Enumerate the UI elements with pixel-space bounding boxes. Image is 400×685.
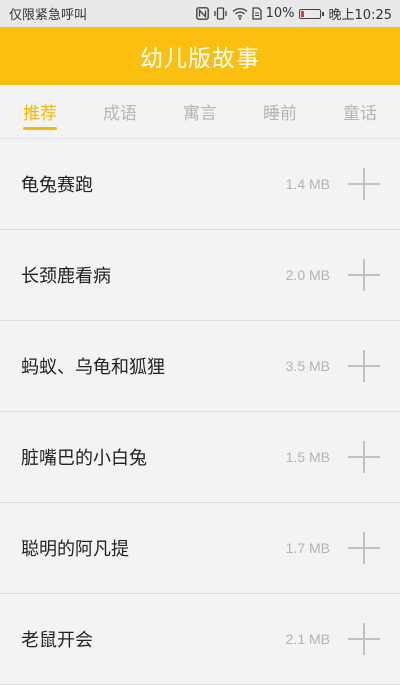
- story-size: 1.5 MB: [285, 449, 330, 465]
- add-icon[interactable]: [348, 350, 380, 382]
- story-row[interactable]: 老鼠开会 2.1 MB: [0, 594, 400, 685]
- story-size: 3.5 MB: [285, 358, 330, 374]
- story-row[interactable]: 蚂蚁、乌龟和狐狸 3.5 MB: [0, 321, 400, 412]
- story-title: 龟兔赛跑: [21, 175, 93, 196]
- story-title: 老鼠开会: [21, 630, 93, 651]
- tab-bedtime[interactable]: 睡前: [240, 85, 320, 138]
- story-title: 蚂蚁、乌龟和狐狸: [21, 357, 165, 378]
- story-row[interactable]: 龟兔赛跑 1.4 MB: [0, 139, 400, 230]
- battery-percent: 10%: [265, 6, 295, 21]
- add-icon[interactable]: [348, 623, 380, 655]
- story-size: 1.4 MB: [285, 176, 330, 192]
- story-size: 2.0 MB: [285, 267, 330, 283]
- nfc-icon: [195, 7, 209, 20]
- clock: 晚上10:25: [328, 8, 392, 23]
- wifi-icon: [232, 7, 248, 20]
- tab-fairy-tales[interactable]: 童话: [320, 85, 400, 138]
- add-icon[interactable]: [348, 259, 380, 291]
- category-tabs: 推荐 成语 寓言 睡前 童话: [0, 85, 400, 139]
- sim-icon: [251, 7, 262, 20]
- story-title: 聪明的阿凡提: [21, 539, 129, 560]
- story-row[interactable]: 聪明的阿凡提 1.7 MB: [0, 503, 400, 594]
- story-size: 1.7 MB: [285, 540, 330, 556]
- add-icon[interactable]: [348, 441, 380, 473]
- tab-idioms[interactable]: 成语: [80, 85, 160, 138]
- page-title: 幼儿版故事: [140, 46, 260, 72]
- status-icons: 10% 晚上10:25: [195, 4, 392, 23]
- status-bar: 仅限紧急呼叫 10% 晚上10:25: [0, 0, 400, 27]
- story-size: 2.1 MB: [285, 631, 330, 647]
- tab-fables[interactable]: 寓言: [160, 85, 240, 138]
- story-row[interactable]: 长颈鹿看病 2.0 MB: [0, 230, 400, 321]
- story-row[interactable]: 脏嘴巴的小白兔 1.5 MB: [0, 412, 400, 503]
- vibrate-icon: [213, 7, 228, 20]
- battery-icon: [298, 8, 324, 19]
- add-icon[interactable]: [348, 532, 380, 564]
- story-title: 长颈鹿看病: [21, 266, 111, 287]
- carrier-text: 仅限紧急呼叫: [9, 8, 88, 23]
- story-list: 龟兔赛跑 1.4 MB 长颈鹿看病 2.0 MB 蚂蚁、乌龟和狐狸 3.5 MB…: [0, 139, 400, 685]
- story-title: 脏嘴巴的小白兔: [21, 448, 147, 469]
- app-header: 幼儿版故事: [0, 27, 400, 85]
- tab-recommended[interactable]: 推荐: [0, 85, 80, 138]
- add-icon[interactable]: [348, 168, 380, 200]
